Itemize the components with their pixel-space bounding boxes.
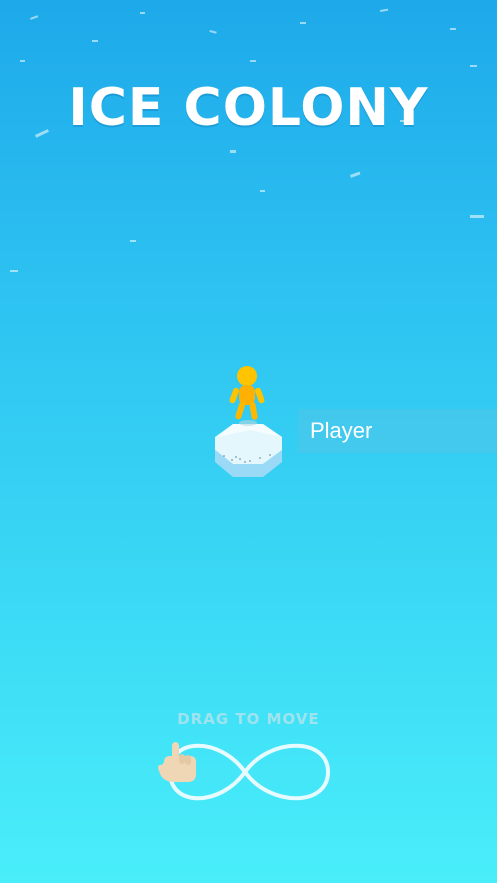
drag-tutorial <box>158 742 331 801</box>
drag-hint-text: DRAG TO MOVE <box>177 710 320 728</box>
player-name-label: Player <box>310 418 373 443</box>
ice-floe <box>215 424 282 477</box>
player-character <box>229 366 265 426</box>
player-name-tag: Player <box>298 409 497 453</box>
